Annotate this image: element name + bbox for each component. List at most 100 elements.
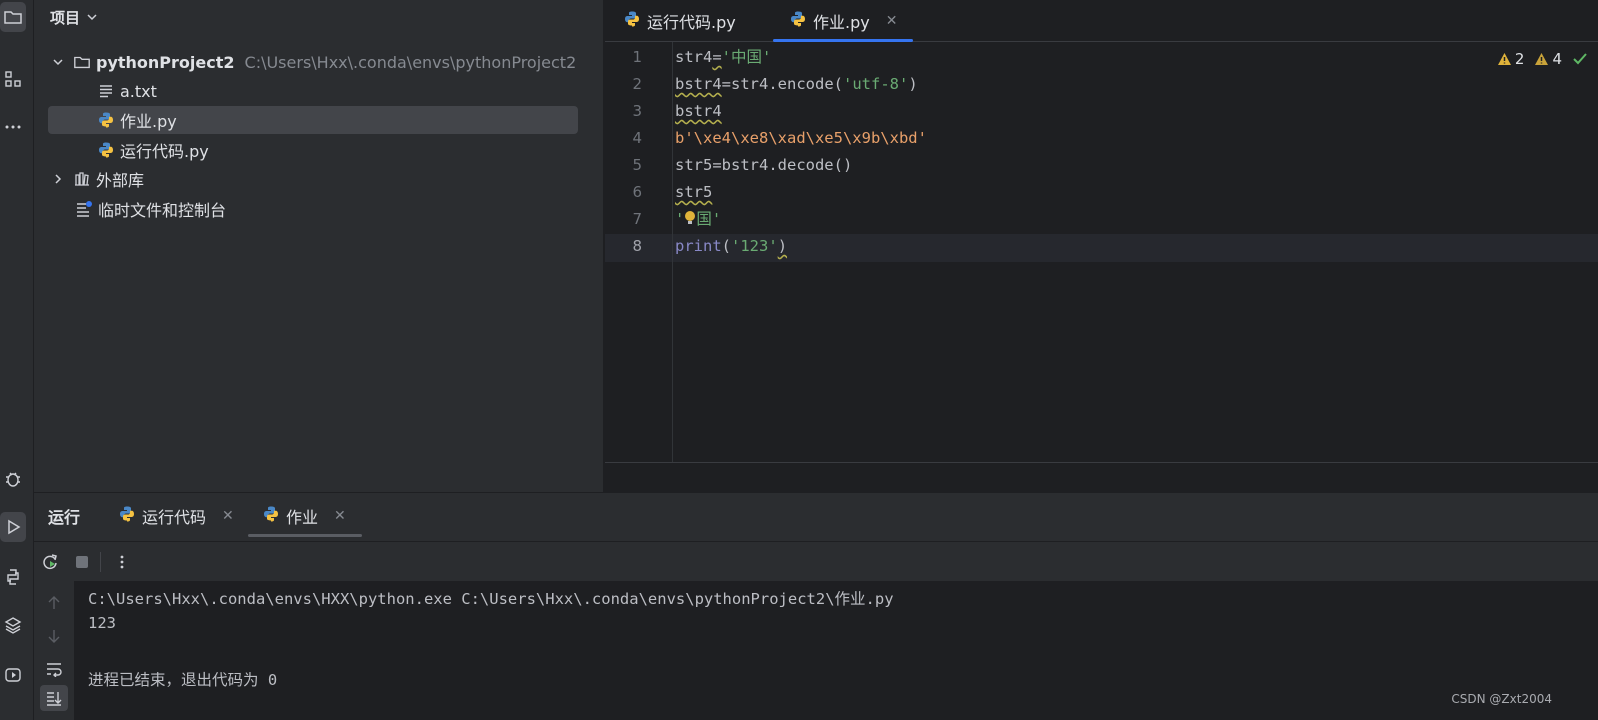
debug-tool-button[interactable] <box>0 464 26 494</box>
lightbulb-icon[interactable] <box>684 208 696 224</box>
arrow-up-icon <box>48 596 60 609</box>
code-editor[interactable]: 1 2 3 4 5 6 7 8 str4='中国' bstr4=str4.enc… <box>605 42 1598 462</box>
run-panel-title: 运行 <box>48 508 81 527</box>
layers-icon <box>4 617 22 634</box>
tree-item-external-libraries[interactable]: 外部库 <box>50 165 144 193</box>
warning-count[interactable]: 4 <box>1534 50 1562 68</box>
python-console-button[interactable] <box>0 562 26 592</box>
run-tab-bar: 运行 运行代码 ✕ 作业 ✕ <box>34 493 1598 539</box>
python-file-icon <box>118 505 136 527</box>
tree-item-label: 运行代码.py <box>120 142 209 161</box>
run-tab-run-code[interactable]: 运行代码 ✕ <box>118 493 234 539</box>
line-number: 6 <box>632 183 642 201</box>
toolbar-divider <box>100 552 101 572</box>
run-toolbar <box>34 541 1598 581</box>
tab-label: 运行代码.py <box>647 13 736 32</box>
project-panel: 项目 pythonProject2 C:\Users\Hxx\.conda\en… <box>34 0 604 492</box>
text-file-icon <box>96 81 116 101</box>
more-tools-button[interactable] <box>0 112 26 142</box>
project-tool-button[interactable] <box>0 2 26 32</box>
inspection-widget[interactable]: 2 4 <box>1497 50 1588 68</box>
console-line: 123 <box>88 614 116 632</box>
editor-breadcrumb-bar <box>605 462 1598 492</box>
structure-tool-button[interactable] <box>0 64 26 94</box>
soft-wrap-button[interactable] <box>44 659 64 679</box>
bug-icon <box>6 472 20 487</box>
close-icon[interactable]: ✕ <box>886 13 898 29</box>
console-output[interactable]: C:\Users\Hxx\.conda\envs\HXX\python.exe … <box>74 581 1598 720</box>
rerun-icon <box>43 554 57 570</box>
more-icon <box>5 125 21 129</box>
code-line-7: ' 国' <box>675 208 722 228</box>
activity-bar <box>0 0 34 720</box>
run-panel: 运行 运行代码 ✕ 作业 ✕ C:\Users\Hxx\.conda\envs\… <box>34 492 1598 720</box>
more-vertical-icon <box>120 555 124 569</box>
scroll-down-button[interactable] <box>44 626 64 646</box>
chevron-down-icon <box>87 14 97 21</box>
code-line-5: str5=bstr4.decode() <box>675 156 853 174</box>
soft-wrap-icon <box>47 663 62 677</box>
code-line-6: str5 <box>675 183 713 201</box>
tree-item-scratches[interactable]: 临时文件和控制台 <box>74 195 226 223</box>
tree-item-label: pythonProject2 <box>96 52 235 72</box>
code-line-2: bstr4=str4.encode('utf-8') <box>675 75 918 93</box>
python-console-icon <box>7 569 19 585</box>
line-number: 1 <box>632 48 642 66</box>
tree-item-a-txt[interactable]: a.txt <box>96 77 157 105</box>
editor-tab-bar: 运行代码.py 作业.py ✕ <box>605 0 1598 42</box>
more-options-button[interactable] <box>112 552 132 572</box>
python-file-icon <box>623 10 641 32</box>
line-number: 3 <box>632 102 642 120</box>
tree-item-label: 临时文件和控制台 <box>98 201 227 220</box>
run-tool-button[interactable] <box>0 512 26 542</box>
line-number: 5 <box>632 156 642 174</box>
python-file-icon <box>789 10 807 32</box>
run-tab-homework[interactable]: 作业 ✕ <box>248 493 362 539</box>
tree-item-project-root[interactable]: pythonProject2 C:\Users\Hxx\.conda\envs\… <box>50 48 576 76</box>
python-file-icon <box>96 140 116 160</box>
check-icon <box>1573 53 1587 65</box>
console-side-toolbar <box>34 581 74 720</box>
line-number-gutter: 1 2 3 4 5 6 7 8 <box>605 42 673 462</box>
console-line: 进程已结束，退出代码为 0 <box>88 671 278 689</box>
project-panel-title: 项目 <box>50 8 81 27</box>
stop-button[interactable] <box>72 552 92 572</box>
scratches-icon <box>74 199 94 219</box>
stop-icon <box>76 556 88 568</box>
close-icon[interactable]: ✕ <box>222 508 234 524</box>
scroll-up-button[interactable] <box>44 593 64 613</box>
library-icon <box>72 169 92 189</box>
tree-item-label: 外部库 <box>96 171 145 190</box>
code-line-4: b'\xe4\xe8\xad\xe5\x9b\xbd' <box>675 129 927 147</box>
line-number: 8 <box>632 237 642 255</box>
tab-label: 运行代码 <box>142 508 207 527</box>
chevron-down-icon[interactable] <box>50 54 66 70</box>
scroll-to-end-icon <box>47 692 62 706</box>
editor-tab-run-code[interactable]: 运行代码.py <box>623 0 736 42</box>
tab-label: 作业 <box>286 508 319 527</box>
tab-label: 作业.py <box>813 13 870 32</box>
rerun-button[interactable] <box>40 552 60 572</box>
watermark: CSDN @Zxt2004 <box>1451 692 1552 706</box>
python-file-icon <box>262 505 280 527</box>
services-tool-button[interactable] <box>0 660 26 690</box>
chevron-right-icon[interactable] <box>50 171 66 187</box>
tree-item-run-code-py[interactable]: 运行代码.py <box>96 136 209 164</box>
code-line-1: str4='中国' <box>675 48 772 66</box>
weak-warning-count[interactable]: 2 <box>1497 50 1524 68</box>
scroll-to-end-button[interactable] <box>40 685 68 711</box>
project-path: C:\Users\Hxx\.conda\envs\pythonProject2 <box>244 52 577 72</box>
close-icon[interactable]: ✕ <box>334 508 346 524</box>
arrow-down-icon <box>48 630 60 643</box>
warning-icon <box>1497 53 1511 65</box>
tree-item-label: 作业.py <box>120 112 177 131</box>
code-line-8: print('123') <box>675 237 788 255</box>
tree-item-homework-py[interactable]: 作业.py <box>48 106 578 134</box>
project-panel-header[interactable]: 项目 <box>50 6 98 28</box>
line-number: 7 <box>632 210 642 228</box>
console-line: C:\Users\Hxx\.conda\envs\HXX\python.exe … <box>88 590 894 608</box>
code-line-3: bstr4 <box>675 102 722 120</box>
editor-tab-homework[interactable]: 作业.py ✕ <box>773 0 914 42</box>
layers-tool-button[interactable] <box>0 610 26 640</box>
run-icon <box>8 519 21 535</box>
